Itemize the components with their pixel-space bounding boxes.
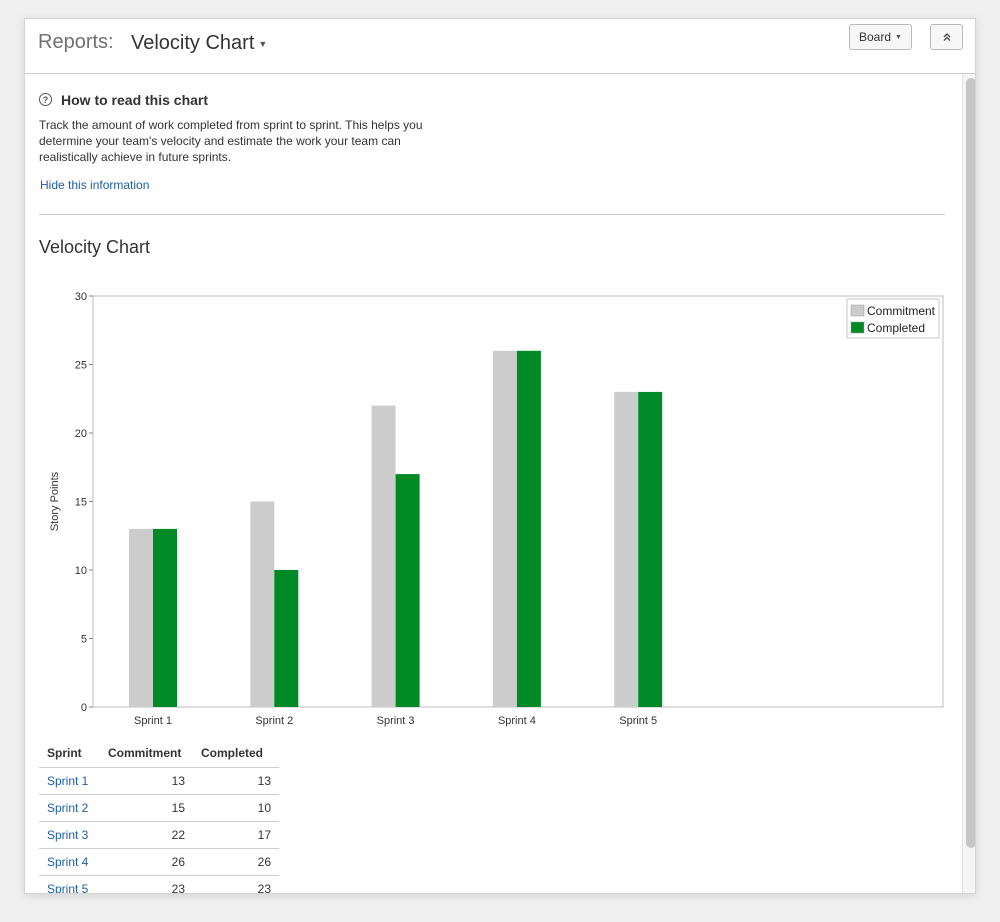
column-header-commitment: Commitment — [100, 739, 193, 768]
completed-bar-3 — [395, 474, 420, 707]
table-row: Sprint 5 23 23 — [39, 875, 279, 894]
completed-cell: 26 — [193, 848, 279, 876]
sprint-table: Sprint Commitment Completed Sprint 1 13 … — [39, 739, 279, 894]
commitment-cell: 26 — [100, 848, 193, 876]
legend-label: Commitment — [867, 304, 936, 318]
report-window: Reports: Velocity Chart ▼ Board ▼ ? How t… — [24, 18, 976, 894]
table-row: Sprint 3 22 17 — [39, 821, 279, 849]
y-tick-label: 5 — [81, 634, 87, 646]
commitment-cell: 23 — [100, 875, 193, 893]
table-header-row: Sprint Commitment Completed — [39, 739, 279, 768]
chart-heading: Velocity Chart — [39, 237, 151, 257]
completed-cell: 23 — [193, 875, 279, 893]
completed-cell: 13 — [193, 767, 279, 795]
sprint-link[interactable]: Sprint 5 — [47, 882, 88, 894]
y-axis-label: Story Points — [49, 471, 61, 531]
sprint-link[interactable]: Sprint 2 — [47, 801, 88, 815]
column-header-sprint: Sprint — [39, 739, 100, 768]
commitment-bar-1 — [129, 528, 153, 707]
legend-swatch — [850, 304, 865, 317]
sprint-link[interactable]: Sprint 4 — [47, 855, 88, 869]
completed-bar-2 — [274, 570, 299, 707]
column-header-completed: Completed — [193, 739, 279, 768]
completed-bar-1 — [153, 528, 177, 707]
chevron-down-icon: ▼ — [895, 33, 902, 41]
commitment-cell: 22 — [100, 821, 193, 849]
report-title: Velocity Chart — [131, 32, 255, 54]
y-tick-label: 30 — [75, 291, 87, 303]
board-button[interactable]: Board ▼ — [849, 24, 912, 50]
report-content: ? How to read this chart Track the amoun… — [25, 74, 961, 894]
report-selector[interactable]: Velocity Chart ▼ — [131, 32, 267, 55]
table-row: Sprint 1 13 13 — [39, 767, 279, 795]
table-row: Sprint 4 26 26 — [39, 848, 279, 876]
hide-information-link[interactable]: Hide this information — [40, 178, 149, 192]
collapse-button[interactable] — [930, 24, 963, 50]
help-heading: How to read this chart — [61, 92, 209, 108]
double-chevron-up-icon — [943, 33, 950, 41]
reports-label: Reports: — [38, 31, 114, 53]
y-tick-label: 10 — [75, 565, 87, 577]
commitment-cell: 13 — [100, 767, 193, 795]
completed-bar-5 — [638, 391, 663, 707]
commitment-bar-3 — [371, 405, 396, 707]
sprint-link[interactable]: Sprint 3 — [47, 828, 88, 842]
page-header: Reports: Velocity Chart ▼ Board ▼ — [25, 19, 975, 74]
velocity-chart: 0 5 10 15 20 25 30 Story Points Sprint 1 Sprint 2… — [49, 291, 944, 727]
help-text: Track the amount of work completed from … — [39, 118, 423, 164]
commitment-bar-2 — [250, 501, 275, 707]
legend-label: Completed — [867, 321, 925, 335]
x-tick-label: Sprint 3 — [377, 715, 415, 727]
y-tick-label: 20 — [75, 428, 87, 440]
board-button-label: Board — [859, 30, 892, 44]
x-tick-label: Sprint 1 — [134, 715, 172, 727]
table-row: Sprint 2 15 10 — [39, 794, 279, 822]
x-tick-label: Sprint 2 — [255, 715, 293, 727]
completed-cell: 17 — [193, 821, 279, 849]
y-tick-label: 15 — [75, 497, 87, 509]
chevron-down-icon: ▼ — [258, 39, 268, 49]
x-tick-label: Sprint 5 — [619, 715, 657, 727]
commitment-bar-5 — [614, 391, 639, 707]
sprint-link[interactable]: Sprint 1 — [47, 774, 88, 788]
completed-bar-4 — [516, 350, 541, 707]
y-tick-label: 0 — [81, 702, 87, 714]
commitment-bar-4 — [492, 350, 517, 707]
x-tick-label: Sprint 4 — [498, 715, 536, 727]
scrollbar-thumb[interactable] — [966, 78, 975, 848]
legend-swatch — [850, 321, 865, 334]
question-icon: ? — [39, 93, 52, 106]
y-tick-label: 25 — [75, 360, 87, 372]
completed-cell: 10 — [193, 794, 279, 822]
divider — [39, 214, 945, 215]
vertical-scrollbar[interactable] — [962, 74, 975, 893]
commitment-cell: 15 — [100, 794, 193, 822]
